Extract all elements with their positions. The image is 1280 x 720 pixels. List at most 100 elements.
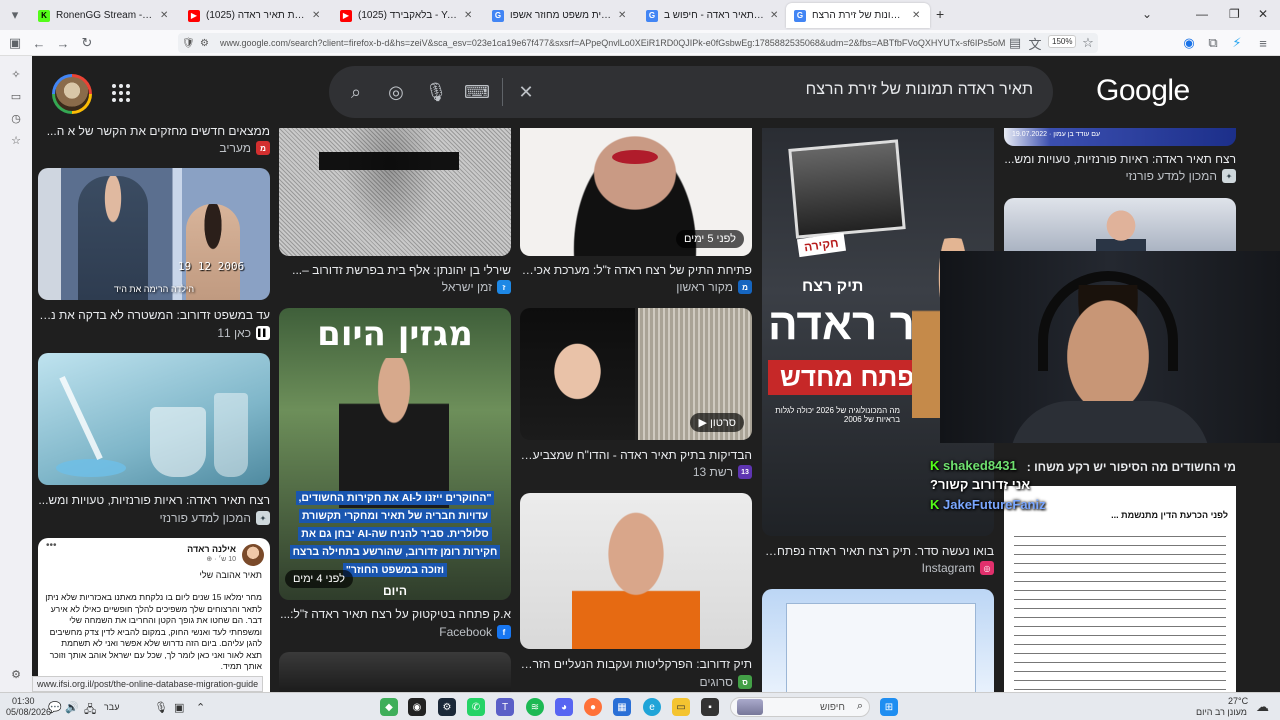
- result-source[interactable]: ✦ המכון למדע פורנזי: [1004, 169, 1236, 183]
- result-caption[interactable]: ממצאים חדשים מחזקים את הקשר של א ה...: [38, 124, 270, 138]
- account-avatar[interactable]: [52, 74, 92, 114]
- extension-icon[interactable]: ⚡: [1228, 34, 1246, 52]
- mic-icon[interactable]: 🎙: [425, 81, 448, 103]
- minimize-icon[interactable]: —: [1196, 7, 1208, 21]
- tray-overflow-icon[interactable]: ⌃: [196, 701, 205, 714]
- search-box[interactable]: ⌕ ◎ 🎙 ⌨ ✕ תאיר ראדה תמונות של זירת הרצח: [329, 66, 1053, 118]
- tray-icon[interactable]: ▣: [174, 701, 184, 714]
- browser-tab[interactable]: G תאיר ראדה תמונות של זירת הרצח ✕: [786, 3, 930, 28]
- result-image[interactable]: [520, 493, 752, 649]
- teams-icon[interactable]: T: [496, 698, 514, 716]
- extensions-icon[interactable]: ⧉: [1204, 34, 1222, 52]
- reader-view-icon[interactable]: ▤: [1006, 34, 1024, 52]
- close-tab-icon[interactable]: ✕: [312, 10, 322, 21]
- translate-icon[interactable]: 文: [1026, 34, 1044, 52]
- weather-desc[interactable]: מעונן רב היום: [1196, 707, 1247, 717]
- result-source[interactable]: ✦ המכון למדע פורנזי: [38, 511, 270, 525]
- browser-tab[interactable]: ▶ (1025) בלאקבירד - YouTube ✕: [332, 3, 482, 28]
- more-icon[interactable]: •••: [46, 540, 57, 551]
- result-source[interactable]: מ מעריב: [38, 141, 270, 155]
- new-tab-button[interactable]: +: [936, 6, 944, 22]
- result-image[interactable]: [762, 589, 994, 692]
- lens-icon[interactable]: ◎: [385, 81, 407, 103]
- menu-icon[interactable]: ≡: [1254, 34, 1272, 52]
- result-source[interactable]: ◎ Instagram: [762, 561, 994, 575]
- close-tab-icon[interactable]: ✕: [912, 10, 922, 21]
- search-query[interactable]: תאיר ראדה תמונות של זירת הרצח: [806, 81, 1033, 99]
- result-caption[interactable]: רצח תאיר ראדה: ראיות פורנזיות, טעויות ומ…: [1004, 152, 1236, 166]
- close-tab-icon[interactable]: ✕: [770, 10, 780, 21]
- result-image[interactable]: [1004, 198, 1236, 252]
- result-source[interactable]: מ מקור ראשון: [520, 280, 752, 294]
- keyboard-icon[interactable]: ⌨: [464, 81, 490, 103]
- clear-icon[interactable]: ✕: [515, 81, 537, 103]
- volume-icon[interactable]: 🔊: [65, 701, 79, 714]
- tab-overflow-icon[interactable]: ⌄: [1142, 7, 1152, 21]
- result-source[interactable]: 13 רשת 13: [520, 465, 752, 479]
- result-caption[interactable]: פתיחת התיק של רצח ראדה ז"ל: מערכת אכיפ..…: [520, 263, 752, 277]
- google-apps-icon[interactable]: [112, 84, 130, 102]
- sidebar-toggle-icon[interactable]: ▣: [6, 34, 24, 52]
- file-explorer-icon[interactable]: ▭: [672, 698, 690, 716]
- language-indicator[interactable]: עבר: [104, 702, 119, 712]
- account-icon[interactable]: ◉: [1180, 34, 1198, 52]
- app-icon[interactable]: ▪: [701, 698, 719, 716]
- whatsapp-icon[interactable]: ✆: [467, 698, 485, 716]
- synced-tabs-icon[interactable]: ▭: [8, 88, 24, 104]
- browser-tab[interactable]: G זכייה בבית משפט מחוזר אשפו ✕: [484, 3, 636, 28]
- reload-button[interactable]: ↻: [78, 34, 96, 52]
- result-image[interactable]: [279, 652, 511, 692]
- result-image[interactable]: 19 12 2006 הילדה הרימה את היד: [38, 168, 270, 300]
- result-image[interactable]: סרטון ▶: [520, 308, 752, 440]
- result-image[interactable]: [38, 353, 270, 485]
- history-icon[interactable]: ◷: [8, 110, 24, 126]
- app-icon[interactable]: ◉: [408, 698, 426, 716]
- restore-icon[interactable]: ❐: [1229, 7, 1240, 21]
- result-caption[interactable]: תיק זדורוב: הפרקליטות ועקבות הנעליים הזר…: [520, 657, 752, 671]
- customize-sidebar-icon[interactable]: ⚙: [8, 666, 24, 682]
- result-caption[interactable]: עד במשפט זדורוב: המשטרה לא בדקה את נעלי: [38, 308, 270, 322]
- result-image[interactable]: [279, 128, 511, 256]
- google-logo[interactable]: Google: [1096, 74, 1190, 108]
- result-source[interactable]: ז זמן ישראל: [279, 280, 511, 294]
- browser-tab[interactable]: ▶ (1025) מי רצח את תאיר ראדה? ✕: [180, 3, 330, 28]
- store-icon[interactable]: ▦: [613, 698, 631, 716]
- edge-icon[interactable]: e: [643, 698, 661, 716]
- tab-list-icon[interactable]: ▾: [6, 6, 24, 24]
- zoom-level-badge[interactable]: 150%: [1048, 35, 1077, 48]
- clock-time[interactable]: 01:30: [12, 696, 35, 706]
- back-button[interactable]: ←: [30, 34, 48, 52]
- permissions-icon[interactable]: ⚙: [200, 38, 209, 49]
- result-caption[interactable]: בואו נעשה סדר. תיק רצח תאיר ראדה נפתח -.…: [762, 544, 994, 558]
- result-caption[interactable]: א.ק פתחה בטיקטוק על רצח תאיר ראדה ז"ל:..…: [279, 607, 511, 621]
- search-icon[interactable]: ⌕: [345, 81, 367, 103]
- close-tab-icon[interactable]: ✕: [160, 10, 170, 21]
- spotify-icon[interactable]: ≋: [526, 698, 544, 716]
- result-image[interactable]: לפני 5 ימים: [520, 128, 752, 256]
- clock-date[interactable]: 05/08/2026: [6, 707, 51, 717]
- weather-temp[interactable]: 27°C: [1228, 696, 1248, 706]
- result-source[interactable]: ▌▌ כאן 11: [38, 326, 270, 340]
- close-tab-icon[interactable]: ✕: [464, 10, 474, 21]
- result-caption[interactable]: שירלי בן יהונתן: אלף בית בפרשת זדורוב –.…: [279, 263, 511, 277]
- browser-tab[interactable]: G תיק תאיר ראדה - חיפוש ב-Google ✕: [638, 3, 788, 28]
- mic-tray-icon[interactable]: 🎙: [154, 701, 168, 714]
- facebook-post-image[interactable]: אילנה ראדה 10 ש׳ · ⊕ ••• תאיר אהובה שלי …: [38, 538, 270, 692]
- result-image[interactable]: עם עודד בן עמון · 19.07.2022: [1004, 128, 1236, 146]
- result-caption[interactable]: הבדיקות בתיק תאיר ראדה - והדו"ח שמצביע .…: [520, 448, 752, 462]
- close-window-icon[interactable]: ✕: [1258, 7, 1268, 21]
- start-button[interactable]: ⊞: [880, 698, 898, 716]
- forward-button[interactable]: →: [54, 34, 72, 52]
- app-icon[interactable]: ◆: [380, 698, 398, 716]
- firefox-icon[interactable]: ●: [584, 698, 602, 716]
- notification-icon[interactable]: 💬: [48, 701, 62, 714]
- weather-icon[interactable]: ☁: [1256, 699, 1269, 715]
- steam-icon[interactable]: ⚙: [438, 698, 456, 716]
- taskbar-search[interactable]: ⌕ חיפוש: [730, 697, 870, 717]
- bookmarks-icon[interactable]: ☆: [8, 132, 24, 148]
- bookmark-star-icon[interactable]: ☆: [1079, 34, 1097, 52]
- result-caption[interactable]: רצח תאיר ראדה: ראיות פורנזיות, טעויות ומ…: [38, 493, 270, 507]
- result-source[interactable]: ס סרוגים: [520, 675, 752, 689]
- discord-icon[interactable]: ◕: [555, 698, 573, 716]
- close-tab-icon[interactable]: ✕: [618, 10, 628, 21]
